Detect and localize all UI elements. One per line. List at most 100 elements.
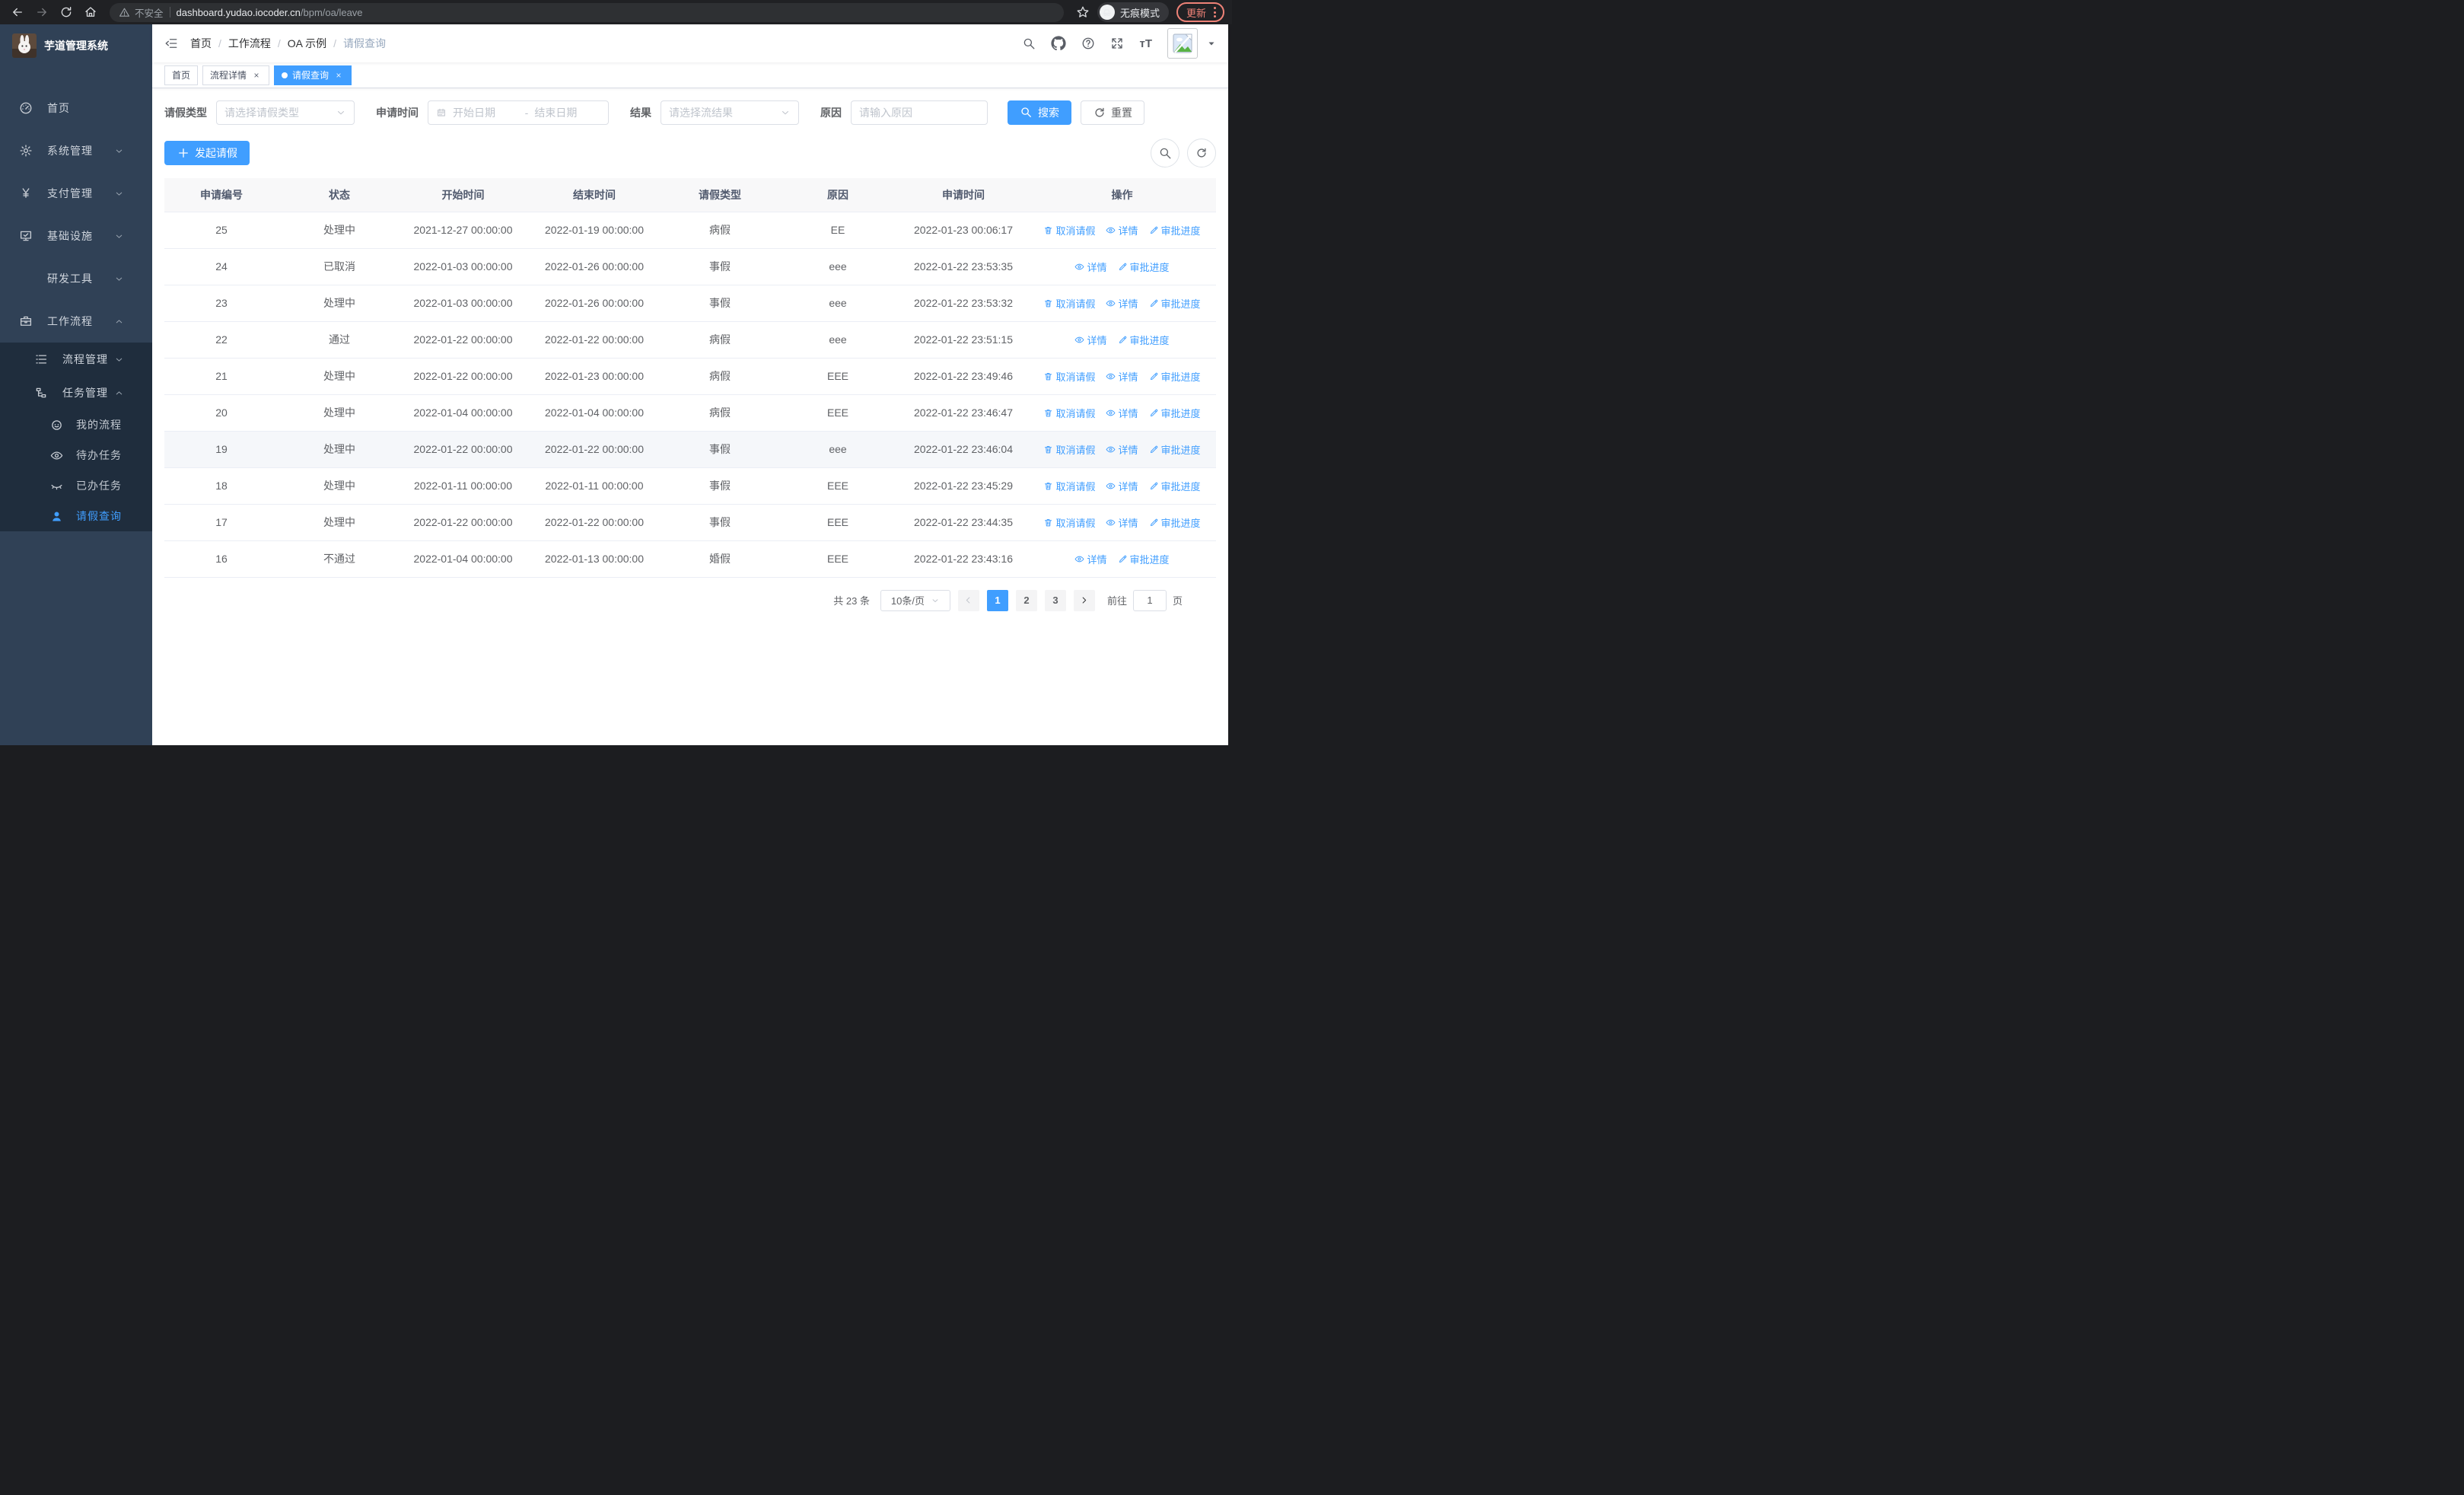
page-button-3[interactable]: 3 bbox=[1044, 589, 1066, 611]
font-size-icon[interactable]: ᴛT bbox=[1139, 37, 1152, 50]
browser-back-button[interactable] bbox=[8, 2, 27, 22]
sidebar-item-首页[interactable]: 首页 bbox=[0, 87, 152, 129]
cancel-leave-link[interactable]: 取消请假 bbox=[1043, 442, 1095, 457]
bookmark-star-button[interactable] bbox=[1073, 2, 1093, 22]
incognito-icon bbox=[1099, 5, 1115, 20]
detail-link[interactable]: 详情 bbox=[1106, 406, 1138, 420]
cell-apply-time: 2022-01-22 23:51:15 bbox=[899, 321, 1028, 359]
breadcrumb-item-首页[interactable]: 首页 bbox=[190, 36, 212, 51]
pagination-goto: 前往 页 bbox=[1107, 589, 1183, 611]
cell-end-time: 2022-01-26 00:00:00 bbox=[526, 285, 663, 322]
cancel-leave-link[interactable]: 取消请假 bbox=[1043, 223, 1095, 237]
sidebar-item-待办任务[interactable]: 待办任务 bbox=[0, 440, 152, 470]
show-search-button[interactable] bbox=[1151, 139, 1179, 167]
sidebar-item-工作流程[interactable]: 工作流程 bbox=[0, 300, 152, 343]
reason-input-wrap bbox=[851, 100, 988, 125]
cell-start-time: 2022-01-03 00:00:00 bbox=[400, 248, 526, 285]
tag-首页[interactable]: 首页 bbox=[164, 65, 199, 85]
list-icon bbox=[33, 352, 49, 366]
breadcrumb-item-OA 示例[interactable]: OA 示例 bbox=[288, 36, 326, 51]
cancel-leave-link[interactable]: 取消请假 bbox=[1043, 479, 1095, 493]
pen-icon bbox=[1118, 554, 1128, 564]
trash-icon bbox=[1043, 518, 1053, 528]
logo-row[interactable]: 芋道管理系统 bbox=[0, 24, 152, 67]
cancel-leave-link[interactable]: 取消请假 bbox=[1043, 406, 1095, 420]
browser-home-button[interactable] bbox=[81, 2, 100, 22]
sidebar-collapse-icon[interactable] bbox=[164, 37, 178, 50]
cell-leave-type: 病假 bbox=[663, 212, 777, 249]
navbar-actions: ᴛT bbox=[1022, 28, 1216, 59]
cancel-leave-link[interactable]: 取消请假 bbox=[1043, 369, 1095, 384]
address-bar[interactable]: 不安全 dashboard.yudao.iocoder.cn/bpm/oa/le… bbox=[110, 2, 1064, 22]
detail-link[interactable]: 详情 bbox=[1106, 223, 1138, 237]
page-button-1[interactable]: 1 bbox=[986, 589, 1008, 611]
browser-reload-button[interactable] bbox=[56, 2, 76, 22]
reset-button[interactable]: 重置 bbox=[1081, 100, 1144, 125]
detail-link[interactable]: 详情 bbox=[1106, 479, 1138, 493]
help-icon[interactable] bbox=[1081, 37, 1095, 50]
progress-link[interactable]: 审批进度 bbox=[1149, 479, 1201, 493]
progress-link[interactable]: 审批进度 bbox=[1118, 333, 1170, 347]
result-select[interactable]: 请选择流结果 bbox=[661, 100, 799, 125]
reason-input[interactable] bbox=[859, 107, 979, 119]
browser-menu-icon[interactable] bbox=[1212, 5, 1218, 19]
next-page-button[interactable] bbox=[1073, 589, 1095, 611]
detail-link[interactable]: 详情 bbox=[1106, 369, 1138, 384]
avatar-caret-icon[interactable] bbox=[1207, 39, 1216, 48]
sidebar-item-基础设施[interactable]: 基础设施 bbox=[0, 215, 152, 257]
sidebar-item-系统管理[interactable]: 系统管理 bbox=[0, 129, 152, 172]
browser-update-button[interactable]: 更新 bbox=[1176, 2, 1224, 22]
eye-icon bbox=[1106, 408, 1116, 418]
close-icon[interactable]: × bbox=[333, 70, 344, 81]
breadcrumb-item-工作流程[interactable]: 工作流程 bbox=[228, 36, 271, 51]
broken-image-icon bbox=[1173, 33, 1192, 53]
sidebar-item-研发工具[interactable]: 研发工具 bbox=[0, 257, 152, 300]
search-icon[interactable] bbox=[1022, 37, 1036, 50]
progress-link[interactable]: 审批进度 bbox=[1118, 552, 1170, 566]
progress-link[interactable]: 审批进度 bbox=[1149, 442, 1201, 457]
sidebar-item-label: 请假查询 bbox=[76, 510, 122, 522]
detail-link[interactable]: 详情 bbox=[1074, 552, 1107, 566]
progress-link[interactable]: 审批进度 bbox=[1149, 406, 1201, 420]
page-size-select[interactable]: 10条/页 bbox=[880, 589, 950, 611]
plus-icon bbox=[177, 146, 190, 160]
progress-link[interactable]: 审批进度 bbox=[1149, 223, 1201, 237]
prev-page-button[interactable] bbox=[957, 589, 979, 611]
close-icon[interactable]: × bbox=[251, 70, 262, 81]
sidebar-item-流程管理[interactable]: 流程管理 bbox=[0, 343, 152, 376]
goto-page-input[interactable] bbox=[1132, 589, 1167, 611]
apply-time-range-picker[interactable]: 开始日期 - 结束日期 bbox=[428, 100, 609, 125]
create-leave-button[interactable]: 发起请假 bbox=[164, 141, 250, 165]
sidebar-item-任务管理[interactable]: 任务管理 bbox=[0, 376, 152, 410]
sidebar-item-请假查询[interactable]: 请假查询 bbox=[0, 501, 152, 531]
detail-link[interactable]: 详情 bbox=[1106, 515, 1138, 530]
cancel-leave-link[interactable]: 取消请假 bbox=[1043, 296, 1095, 311]
github-icon[interactable] bbox=[1051, 36, 1067, 51]
leave-type-select[interactable]: 请选择请假类型 bbox=[216, 100, 355, 125]
user-avatar[interactable] bbox=[1167, 28, 1198, 59]
detail-link[interactable]: 详情 bbox=[1074, 260, 1107, 274]
browser-forward-button[interactable] bbox=[32, 2, 52, 22]
detail-link[interactable]: 详情 bbox=[1106, 442, 1138, 457]
progress-link[interactable]: 审批进度 bbox=[1149, 296, 1201, 311]
sidebar-item-label: 已办任务 bbox=[76, 480, 122, 492]
site-security[interactable]: 不安全 bbox=[119, 5, 164, 20]
sidebar-item-已办任务[interactable]: 已办任务 bbox=[0, 470, 152, 501]
table-row-24: 24 已取消 2022-01-03 00:00:00 2022-01-26 00:00… bbox=[164, 248, 1216, 285]
progress-link[interactable]: 审批进度 bbox=[1149, 515, 1201, 530]
search-button[interactable]: 搜索 bbox=[1008, 100, 1071, 125]
detail-link[interactable]: 详情 bbox=[1106, 296, 1138, 311]
page-button-2[interactable]: 2 bbox=[1015, 589, 1037, 611]
fullscreen-icon[interactable] bbox=[1110, 37, 1124, 50]
tag-请假查询[interactable]: 请假查询 × bbox=[274, 65, 352, 85]
progress-link[interactable]: 审批进度 bbox=[1118, 260, 1170, 274]
sidebar-item-支付管理[interactable]: 支付管理 bbox=[0, 172, 152, 215]
table-header-row: 申请编号 状态 开始时间 结束时间 请假类型 原因 申请时间 操作 bbox=[164, 178, 1216, 212]
progress-link[interactable]: 审批进度 bbox=[1149, 369, 1201, 384]
cancel-leave-link[interactable]: 取消请假 bbox=[1043, 515, 1095, 530]
cell-apply-time: 2022-01-22 23:46:47 bbox=[899, 394, 1028, 432]
detail-link[interactable]: 详情 bbox=[1074, 333, 1107, 347]
refresh-table-button[interactable] bbox=[1187, 139, 1216, 167]
sidebar-item-我的流程[interactable]: 我的流程 bbox=[0, 410, 152, 440]
tag-流程详情[interactable]: 流程详情 × bbox=[202, 65, 270, 85]
